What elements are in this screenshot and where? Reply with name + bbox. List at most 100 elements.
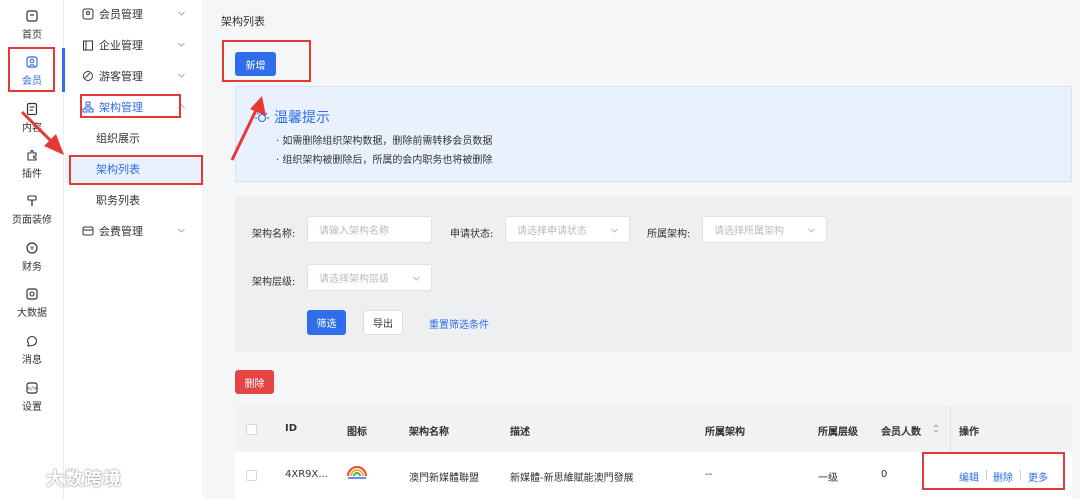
level-select[interactable]: 请选择架构层级 bbox=[307, 264, 432, 291]
col-member-count[interactable]: 会员人数 bbox=[881, 423, 921, 438]
col-actions: 操作 bbox=[959, 427, 979, 438]
bigdata-icon bbox=[26, 288, 38, 300]
submenu-group-visitor[interactable]: 游客管理 bbox=[65, 64, 204, 88]
submenu-group-label: 会员管理 bbox=[99, 8, 143, 21]
structure-logo-icon bbox=[347, 466, 367, 479]
rail-label: 内容 bbox=[22, 123, 42, 134]
main-content: 架构列表 新增 温馨提示 · 如需删除组织架构数据，删除前需转移会员数据 · 组… bbox=[205, 0, 1080, 499]
rail-label: 财务 bbox=[22, 262, 42, 273]
level-label: 架构层级: bbox=[252, 277, 296, 288]
rail-item-message[interactable]: 消息 bbox=[4, 329, 60, 371]
annotation-box-structure bbox=[80, 94, 181, 118]
finance-icon: ¥ bbox=[26, 242, 38, 254]
annotation-box-member bbox=[8, 47, 55, 92]
chevron-down-icon bbox=[178, 73, 185, 78]
visitor-icon bbox=[82, 70, 94, 82]
row-checkbox[interactable] bbox=[246, 470, 257, 481]
svg-text:</>: </> bbox=[27, 386, 37, 392]
select-placeholder: 请选择所属架构 bbox=[714, 226, 784, 237]
submenu-item-label: 组织展示 bbox=[96, 132, 140, 145]
tips-line: · 组织架构被删除后，所属的会内职务也将被删除 bbox=[276, 155, 493, 166]
content-icon bbox=[26, 102, 38, 116]
cell-desc: 新媒體-新思維賦能澳門發展 bbox=[510, 473, 634, 484]
delete-button[interactable]: 删除 bbox=[235, 370, 274, 394]
col-name: 架构名称 bbox=[409, 427, 449, 438]
rail-item-content[interactable]: 内容 bbox=[4, 97, 60, 139]
submenu-group-fee[interactable]: 会费管理 bbox=[65, 219, 204, 243]
col-desc: 描述 bbox=[510, 427, 530, 438]
structure-name-input[interactable]: 请输入架构名称 bbox=[307, 216, 432, 243]
col-parent: 所属架构 bbox=[705, 427, 745, 438]
rail-label: 消息 bbox=[22, 355, 42, 366]
annotation-box-list bbox=[69, 155, 203, 185]
breadcrumb: 架构列表 bbox=[221, 15, 265, 28]
cell-parent: -- bbox=[705, 469, 713, 480]
column-divider bbox=[950, 406, 951, 452]
submenu-group-label: 企业管理 bbox=[99, 39, 143, 52]
message-icon bbox=[26, 335, 38, 347]
watermark-logo-icon bbox=[11, 469, 41, 486]
col-id: ID bbox=[285, 423, 298, 434]
rail-item-finance[interactable]: ¥ 财务 bbox=[4, 236, 60, 278]
select-placeholder: 请选择申请状态 bbox=[517, 226, 587, 237]
rail-item-home[interactable]: 首页 bbox=[4, 4, 60, 46]
rail-label: 大数据 bbox=[17, 308, 47, 319]
chevron-down-icon bbox=[178, 42, 185, 47]
sort-icon[interactable] bbox=[932, 423, 940, 434]
submenu-item-org-display[interactable]: 组织展示 bbox=[65, 124, 204, 152]
status-select[interactable]: 请选择申请状态 bbox=[505, 216, 630, 243]
settings-icon: </> bbox=[26, 382, 38, 394]
enterprise-icon bbox=[82, 39, 94, 51]
submenu-item-label: 职务列表 bbox=[96, 194, 140, 207]
rail-item-bigdata[interactable]: 大数据 bbox=[4, 282, 60, 324]
status-label: 申请状态: bbox=[450, 229, 494, 240]
select-all-checkbox[interactable] bbox=[246, 424, 257, 435]
submenu-item-position-list[interactable]: 职务列表 bbox=[65, 186, 204, 214]
cell-id: 4XR9X... bbox=[285, 469, 328, 480]
reset-filter-link[interactable]: 重置筛选条件 bbox=[429, 316, 489, 331]
chevron-down-icon bbox=[178, 228, 185, 233]
input-placeholder: 请输入架构名称 bbox=[319, 226, 389, 237]
rail-item-page-decor[interactable]: 页面装修 bbox=[4, 189, 60, 231]
filter-panel: 架构名称: 请输入架构名称 申请状态: 请选择申请状态 所属架构: 请选择所属架… bbox=[235, 196, 1072, 352]
cell-name: 澳門新媒體聯盟 bbox=[409, 473, 479, 484]
rail-label: 首页 bbox=[22, 30, 42, 41]
sub-menu: 会员管理 企业管理 游客管理 架构管理 组织展示 架构列表 职务列表 会费管理 bbox=[65, 0, 204, 499]
watermark: 大数跨境 bbox=[10, 465, 122, 491]
export-button[interactable]: 导出 bbox=[363, 310, 403, 335]
submenu-group-member[interactable]: 会员管理 bbox=[65, 2, 204, 26]
chevron-down-icon bbox=[611, 228, 618, 233]
svg-text:¥: ¥ bbox=[30, 246, 34, 253]
home-icon bbox=[26, 10, 38, 22]
rail-item-plugin[interactable]: 插件 bbox=[4, 143, 60, 185]
col-level: 所属层级 bbox=[818, 427, 858, 438]
select-placeholder: 请选择架构层级 bbox=[319, 274, 389, 285]
parent-select[interactable]: 请选择所属架构 bbox=[702, 216, 827, 243]
col-icon: 图标 bbox=[347, 427, 367, 438]
page-decor-icon bbox=[27, 195, 37, 206]
tips-panel: 温馨提示 · 如需删除组织架构数据，删除前需转移会员数据 · 组织架构被删除后，… bbox=[235, 86, 1072, 182]
submenu-group-label: 游客管理 bbox=[99, 70, 143, 83]
member-manage-icon bbox=[82, 8, 94, 20]
rail-label: 页面装修 bbox=[12, 215, 52, 226]
rail-item-settings[interactable]: </> 设置 bbox=[4, 376, 60, 418]
filter-button[interactable]: 筛选 bbox=[307, 310, 346, 335]
submenu-group-enterprise[interactable]: 企业管理 bbox=[65, 33, 204, 57]
lightbulb-icon bbox=[255, 111, 269, 123]
annotation-box-actions bbox=[922, 452, 1065, 490]
submenu-group-label: 会费管理 bbox=[99, 225, 143, 238]
rail-label: 设置 bbox=[22, 402, 42, 413]
fee-icon bbox=[82, 225, 94, 237]
annotation-box-add bbox=[222, 40, 311, 82]
tips-title: 温馨提示 bbox=[274, 110, 330, 126]
chevron-down-icon bbox=[808, 228, 815, 233]
plugin-icon bbox=[27, 149, 37, 161]
cell-member-count: 0 bbox=[881, 469, 888, 480]
watermark-text: 大数跨境 bbox=[46, 469, 122, 490]
chevron-down-icon bbox=[413, 276, 420, 281]
table-header: ID 图标 架构名称 描述 所属架构 所属层级 会员人数 操作 bbox=[235, 406, 1072, 452]
parent-label: 所属架构: bbox=[647, 229, 691, 240]
chevron-down-icon bbox=[178, 11, 185, 16]
cell-level: 一级 bbox=[818, 473, 838, 484]
rail-label: 插件 bbox=[22, 169, 42, 180]
